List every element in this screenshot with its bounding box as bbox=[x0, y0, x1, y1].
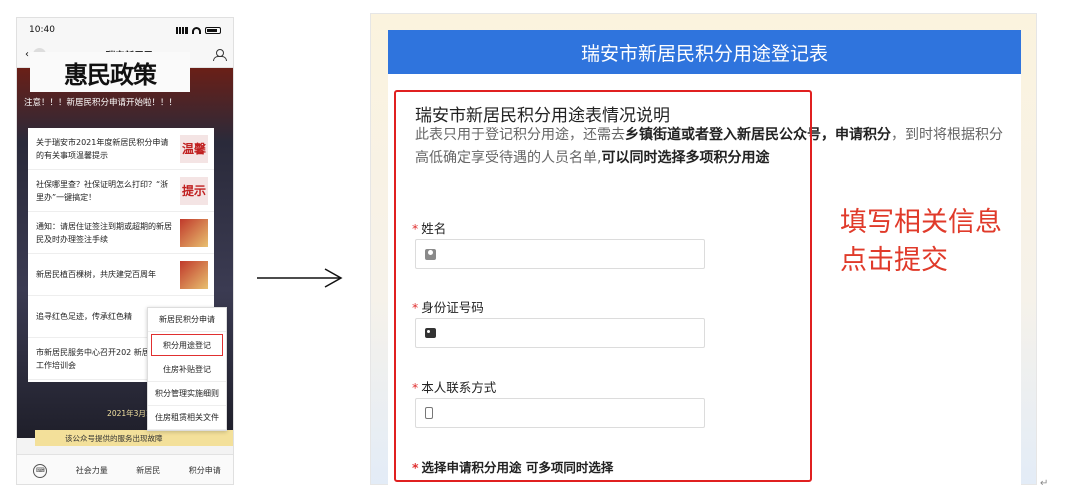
signal-icon bbox=[176, 26, 188, 34]
list-item[interactable]: 通知：请居住证签注到期或超期的新居民及时办理签注手续 bbox=[28, 212, 214, 254]
article-thumbnail bbox=[180, 218, 208, 247]
submenu-popup: 新居民积分申请 积分用途登记 住房补贴登记 积分管理实施细则 住房租赁相关文件 bbox=[147, 307, 227, 431]
list-item[interactable]: 社保哪里查？社保证明怎么打印？“浙里办”一键搞定！ 提示 bbox=[28, 170, 214, 212]
article-thumbnail: 温馨 bbox=[180, 134, 208, 163]
status-time: 10:40 bbox=[29, 25, 55, 35]
tab-social-force[interactable]: 社会力量 bbox=[76, 465, 108, 476]
person-icon[interactable] bbox=[212, 48, 227, 61]
tab-new-resident[interactable]: 新居民 bbox=[136, 465, 160, 476]
status-icons bbox=[176, 26, 221, 34]
menu-item-points-apply[interactable]: 新居民积分申请 bbox=[148, 308, 226, 332]
arrow-right-icon bbox=[257, 268, 343, 288]
service-notice: 该公众号提供的服务出现故障 bbox=[35, 430, 233, 446]
keyboard-icon[interactable]: ⌨ bbox=[33, 463, 48, 478]
status-bar: 10:40 bbox=[17, 18, 233, 42]
policy-banner: 惠民政策 bbox=[30, 52, 190, 92]
notice-text: 注意！！！新居民积分申请开始啦！！！ bbox=[24, 98, 178, 108]
menu-item-housing-subsidy[interactable]: 住房补贴登记 bbox=[148, 358, 226, 382]
account-menu-bar: ⌨ 社会力量 新居民 积分申请 bbox=[17, 454, 233, 484]
list-item[interactable]: 新居民植百棵树，共庆建党百周年 bbox=[28, 254, 214, 296]
article-title: 社保哪里查？社保证明怎么打印？“浙里办”一键搞定！ bbox=[36, 179, 169, 202]
article-thumbnail bbox=[180, 260, 208, 289]
callout-line: 点击提交 bbox=[840, 245, 948, 276]
callout-line: 填写相关信息 bbox=[840, 207, 1002, 238]
article-title: 通知：请居住证签注到期或超期的新居民及时办理签注手续 bbox=[36, 221, 172, 244]
menu-item-rental-docs[interactable]: 住房租赁相关文件 bbox=[148, 406, 226, 430]
menu-item-points-rules[interactable]: 积分管理实施细则 bbox=[148, 382, 226, 406]
tab-points-apply[interactable]: 积分申请 bbox=[189, 465, 221, 476]
article-title: 新居民植百棵树，共庆建党百周年 bbox=[36, 270, 156, 279]
article-title: 关于瑞安市2021年度新居民积分申请的有关事项温馨提示 bbox=[36, 137, 169, 160]
highlight-box bbox=[394, 90, 812, 482]
chevron-left-icon: ‹ bbox=[25, 49, 29, 60]
wifi-icon bbox=[192, 26, 201, 34]
instruction-callout: 填写相关信息 点击提交 bbox=[840, 204, 1002, 280]
menu-item-points-usage[interactable]: 积分用途登记 bbox=[151, 334, 223, 356]
battery-icon bbox=[205, 26, 221, 34]
article-thumbnail: 提示 bbox=[180, 176, 208, 205]
form-title-bar: 瑞安市新居民积分用途登记表 bbox=[388, 30, 1021, 74]
list-item[interactable]: 关于瑞安市2021年度新居民积分申请的有关事项温馨提示 温馨 bbox=[28, 128, 214, 170]
return-mark: ↵ bbox=[1040, 478, 1049, 489]
